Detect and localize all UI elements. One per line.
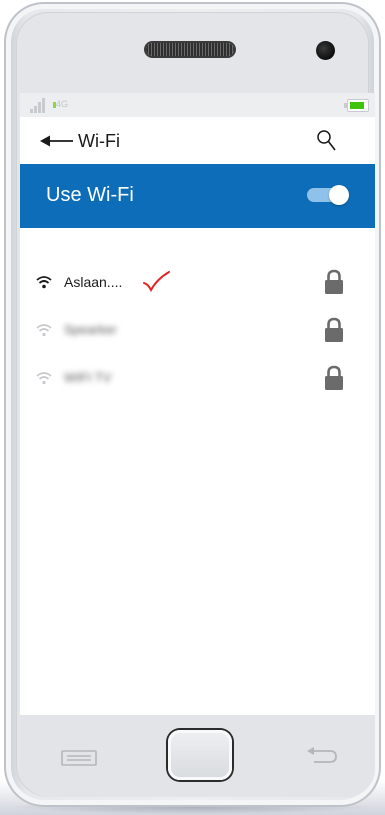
page-title: Wi-Fi [78, 131, 120, 151]
app-header: Wi-Fi [20, 117, 375, 163]
scene: 4G Wi-Fi Use Wi-Fi Aslaan.... Spearker W… [0, 0, 385, 815]
hardware-nav-bar [20, 715, 375, 797]
network-row[interactable]: Spearker [20, 309, 375, 353]
lock-icon [325, 365, 343, 390]
search-icon[interactable] [316, 129, 338, 153]
wifi-toggle-switch[interactable] [307, 185, 349, 205]
arrow-left-icon[interactable] [40, 134, 74, 148]
wifi-signal-strong-icon [36, 276, 52, 289]
signal-icon [30, 97, 50, 113]
status-bar: 4G [20, 93, 375, 117]
menu-key-icon[interactable] [61, 750, 97, 766]
red-checkmark-icon [143, 271, 170, 293]
network-name: Spearker [64, 322, 117, 337]
network-row[interactable]: WIFI TV [20, 357, 375, 401]
network-row[interactable]: Aslaan.... [20, 261, 375, 305]
network-name: WIFI TV [64, 370, 112, 385]
wifi-signal-weak-icon [36, 372, 52, 385]
network-type: 4G [56, 99, 69, 109]
earpiece-speaker [146, 43, 234, 56]
back-key-icon[interactable] [306, 746, 338, 768]
home-key[interactable] [168, 730, 232, 780]
front-camera [316, 41, 335, 60]
screen: Wi-Fi Use Wi-Fi Aslaan.... Spearker WIFI… [20, 117, 375, 715]
battery-icon [344, 99, 369, 112]
network-name: Aslaan.... [64, 274, 123, 290]
lock-icon [325, 269, 343, 294]
toggle-knob [329, 185, 349, 205]
use-wifi-label: Use Wi-Fi [46, 184, 134, 206]
use-wifi-bar: Use Wi-Fi [20, 164, 375, 228]
wifi-signal-weak-icon [36, 324, 52, 337]
lock-icon [325, 317, 343, 342]
